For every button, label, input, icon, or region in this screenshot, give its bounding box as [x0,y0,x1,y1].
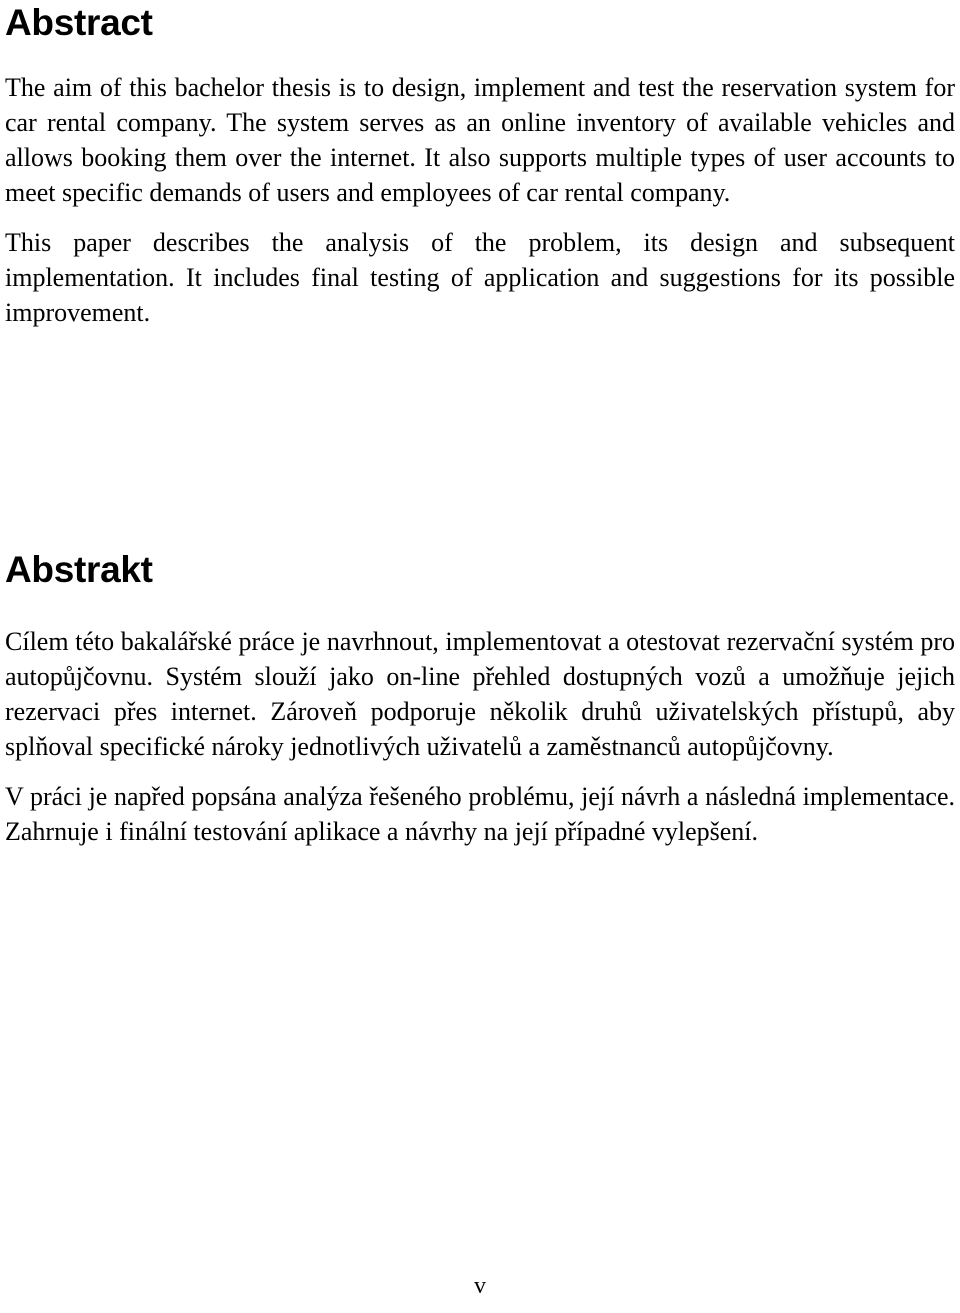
abstract-english-paragraph-2: This paper describes the analysis of the… [5,228,955,327]
page-content: Abstract The aim of this bachelor thesis… [5,0,955,849]
spacer-between-sections [5,330,955,549]
spacer-heading-body-cs [5,591,955,624]
document-page: Abstract The aim of this bachelor thesis… [0,0,960,1313]
abstract-czech-paragraph-1: Cílem této bakalářské práce je navrhnout… [5,627,955,761]
abstract-english-paragraph-1: The aim of this bachelor thesis is to de… [5,73,955,207]
page-number: v [474,1273,486,1299]
spacer-paragraphs-en [5,210,955,225]
abstract-czech-paragraph-2: V práci je napřed popsána analýza řešené… [5,782,955,846]
spacer-heading-body-en [5,44,955,70]
abstract-czech-heading: Abstrakt [5,549,153,590]
abstract-english-heading: Abstract [5,2,153,43]
spacer-paragraphs-cs [5,764,955,779]
